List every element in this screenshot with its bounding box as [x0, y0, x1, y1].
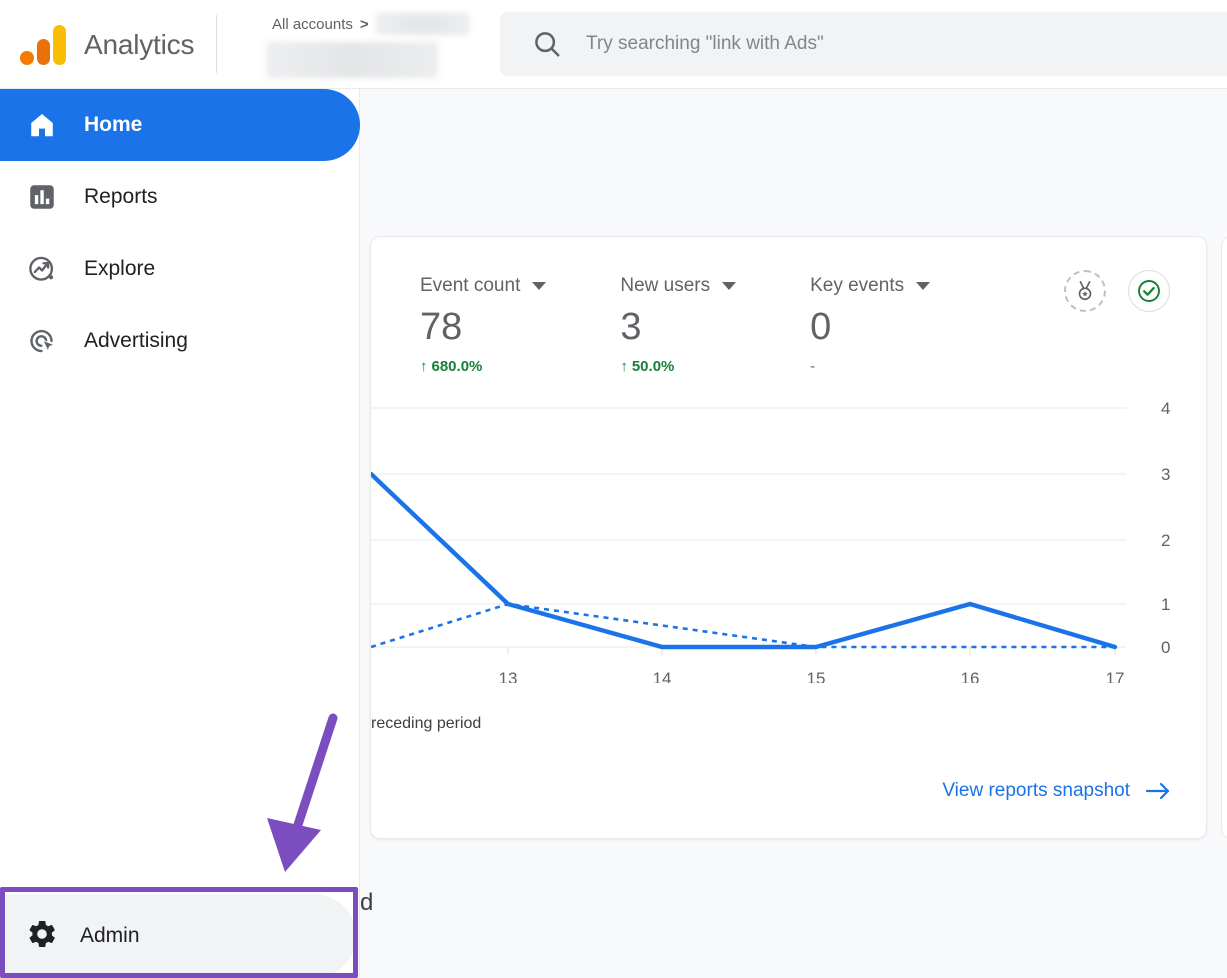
adjacent-card-peek — [1221, 236, 1227, 839]
analytics-home-screen: Analytics All accounts > Try searching "… — [0, 0, 1227, 978]
metric-selector-event-count[interactable]: Event count — [420, 275, 546, 297]
chevron-right-icon: > — [360, 16, 369, 33]
partial-heading-below-card: d — [360, 889, 373, 917]
brand-name: Analytics — [84, 29, 194, 61]
metric-delta-value: 680.0% — [432, 358, 483, 375]
card-badges — [1064, 270, 1170, 312]
metric-label: Key events — [810, 275, 904, 297]
analytics-logo-icon — [20, 25, 66, 65]
chevron-down-icon[interactable] — [532, 282, 546, 290]
sidebar-item-admin[interactable]: Admin — [4, 894, 356, 978]
advertising-target-icon — [22, 326, 62, 356]
trend-chart[interactable]: 4 3 2 1 0 13 14 15 16 17 — [371, 393, 1208, 683]
sidebar-item-label: Home — [84, 113, 142, 137]
main-content: Event count 78 ↑ 680.0% New users 3 — [360, 89, 1227, 978]
sidebar-item-home[interactable]: Home — [0, 89, 360, 161]
metric-value: 0 — [810, 305, 930, 349]
metric-key-events: Key events 0 - — [810, 275, 930, 375]
medal-icon[interactable] — [1064, 270, 1106, 312]
trend-chart-svg: 4 3 2 1 0 13 14 15 16 17 — [371, 393, 1208, 683]
chart-series-current — [371, 474, 1115, 647]
gear-icon — [26, 918, 58, 955]
metric-selector-key-events[interactable]: Key events — [810, 275, 930, 297]
svg-text:15: 15 — [807, 669, 826, 683]
sidebar-item-label: Advertising — [84, 329, 188, 353]
metric-value: 3 — [620, 305, 736, 349]
chart-x-labels: 13 14 15 16 17 — [499, 669, 1125, 683]
chart-series-preceding — [371, 604, 1115, 647]
overview-card: Event count 78 ↑ 680.0% New users 3 — [370, 236, 1207, 839]
metric-delta: ↑ 680.0% — [420, 358, 546, 375]
medal-glyph — [1074, 280, 1096, 302]
search-icon — [532, 29, 562, 59]
svg-text:0: 0 — [1161, 638, 1170, 657]
chevron-down-icon[interactable] — [916, 282, 930, 290]
svg-text:17: 17 — [1106, 669, 1125, 683]
svg-text:4: 4 — [1161, 399, 1170, 418]
metric-new-users: New users 3 ↑ 50.0% — [620, 275, 736, 375]
metric-label: Event count — [420, 275, 520, 297]
sidebar-item-advertising[interactable]: Advertising — [0, 305, 360, 377]
app-header: Analytics All accounts > Try searching "… — [0, 0, 1227, 89]
svg-text:3: 3 — [1161, 465, 1170, 484]
home-icon — [22, 110, 62, 140]
svg-text:1: 1 — [1161, 595, 1170, 614]
chart-y-labels: 4 3 2 1 0 — [1161, 399, 1170, 657]
sidebar-item-label: Reports — [84, 185, 158, 209]
arrow-up-icon: ↑ — [420, 358, 428, 375]
check-circle-icon[interactable] — [1128, 270, 1170, 312]
brand[interactable]: Analytics — [0, 0, 194, 89]
svg-text:14: 14 — [653, 669, 672, 683]
sidebar-item-reports[interactable]: Reports — [0, 161, 360, 233]
svg-text:13: 13 — [499, 669, 518, 683]
chart-gridlines — [371, 408, 1126, 647]
search-input[interactable]: Try searching "link with Ads" — [586, 33, 824, 55]
arrow-right-icon — [1146, 781, 1172, 801]
sidebar-item-label: Explore — [84, 257, 155, 281]
sidebar-item-label: Admin — [80, 924, 140, 948]
bar-chart-icon — [22, 182, 62, 212]
metric-label: New users — [620, 275, 710, 297]
metric-delta-value: 50.0% — [632, 358, 675, 375]
metric-delta: ↑ 50.0% — [620, 358, 736, 375]
breadcrumb-property-redacted[interactable] — [266, 42, 438, 78]
chart-footnote: receding period — [371, 715, 481, 733]
metric-event-count: Event count 78 ↑ 680.0% — [420, 275, 546, 375]
sidebar-nav: Home Reports E — [0, 89, 360, 978]
snapshot-link-label: View reports snapshot — [942, 780, 1130, 802]
explore-trend-icon — [22, 254, 62, 284]
arrow-up-icon: ↑ — [620, 358, 628, 375]
breadcrumb-account-redacted[interactable] — [376, 13, 469, 35]
metric-value: 78 — [420, 305, 546, 349]
metric-delta: - — [810, 358, 930, 375]
svg-text:2: 2 — [1161, 531, 1170, 550]
view-reports-snapshot-link[interactable]: View reports snapshot — [942, 780, 1172, 802]
header-divider — [216, 15, 217, 73]
metric-delta-value: - — [810, 358, 815, 375]
breadcrumb-root-label[interactable]: All accounts — [272, 16, 353, 33]
breadcrumb[interactable]: All accounts > — [272, 12, 492, 78]
sidebar-item-explore[interactable]: Explore — [0, 233, 360, 305]
sidebar-admin-wrapper: Admin — [0, 894, 360, 978]
svg-text:16: 16 — [961, 669, 980, 683]
search-bar[interactable]: Try searching "link with Ads" — [500, 12, 1227, 76]
check-circle-glyph — [1136, 278, 1162, 304]
chevron-down-icon[interactable] — [722, 282, 736, 290]
metric-selector-new-users[interactable]: New users — [620, 275, 736, 297]
